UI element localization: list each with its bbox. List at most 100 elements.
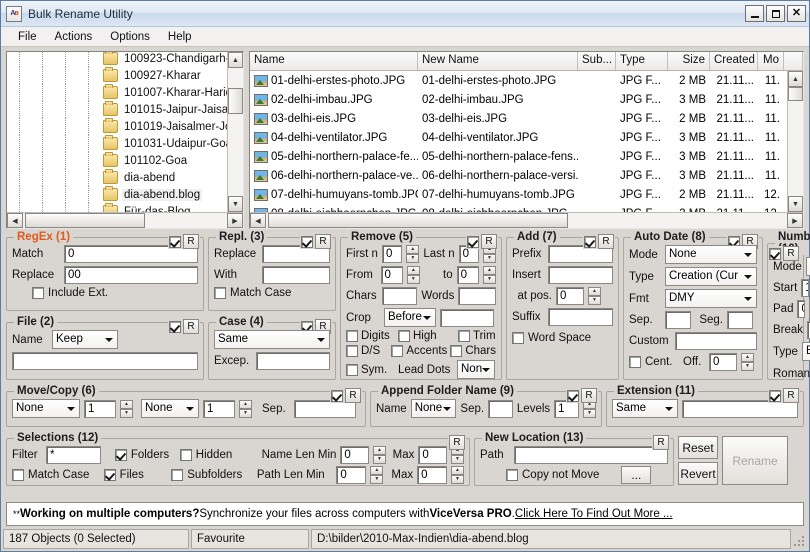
status-favourite[interactable]: Favourite — [191, 529, 309, 549]
banner-link[interactable]: Click Here To Find Out More ... — [515, 508, 673, 520]
repl-match-case-checkbox[interactable] — [214, 287, 226, 299]
maximize-button[interactable] — [766, 5, 785, 22]
tree-item[interactable]: 101019-Jaisalmer-Jod — [7, 118, 243, 135]
tree-vertical-scrollbar[interactable]: ▲ ▼ — [227, 52, 243, 212]
file-row[interactable]: 02-delhi-imbau.JPG 02-delhi-imbau.JPG JPG … — [250, 90, 803, 109]
add-word-space-checkbox[interactable] — [512, 332, 524, 344]
filelist-vscroll-thumb[interactable] — [788, 87, 803, 101]
tree-scroll-left-button[interactable]: ◀ — [7, 213, 23, 228]
case-excep-input[interactable] — [256, 352, 330, 370]
filelist-vscroll-track[interactable] — [788, 87, 803, 196]
tree-item[interactable]: 100923-Chandigarh-H — [7, 52, 243, 67]
autodate-cent-checkbox[interactable] — [629, 356, 641, 368]
autodate-off-spinner[interactable]: ▲ ▼ — [741, 353, 754, 371]
remove-trim-checkbox[interactable] — [458, 330, 470, 342]
file-name-input[interactable] — [12, 352, 198, 370]
remove-lead-dots-select[interactable]: Non — [457, 360, 495, 379]
panel-regex-enable-checkbox[interactable] — [169, 235, 181, 248]
filelist-hscroll-track[interactable] — [266, 213, 787, 228]
remove-first-n-spinner[interactable]: ▲ ▼ — [406, 245, 420, 263]
panel-file-reset-button[interactable]: R — [183, 319, 199, 334]
selections-name-len-max-input[interactable]: 0 — [418, 446, 447, 464]
column-header-type[interactable]: Type — [616, 52, 668, 70]
file-row[interactable]: 01-delhi-erstes-photo.JPG 01-delhi-erstes… — [250, 71, 803, 90]
panel-selections-reset-button[interactable]: R — [449, 435, 465, 450]
menu-file[interactable]: File — [9, 29, 46, 45]
tree-scroll-down-button[interactable]: ▼ — [228, 196, 243, 212]
movecopy-value1-input[interactable]: 1 — [84, 399, 116, 418]
panel-appendfolder-reset-button[interactable]: R — [581, 388, 597, 403]
remove-from-spinner[interactable]: ▲ ▼ — [406, 266, 420, 284]
panel-movecopy-enable-checkbox[interactable] — [331, 389, 343, 402]
autodate-sep-input[interactable] — [665, 311, 691, 329]
numbering-start-input[interactable]: 1 — [801, 279, 810, 297]
tree-item[interactable]: Für-das-Blog — [7, 203, 243, 212]
remove-ds-checkbox[interactable] — [346, 345, 358, 357]
remove-words-input[interactable] — [458, 287, 496, 305]
autodate-mode-select[interactable]: None — [665, 245, 757, 264]
panel-extension-reset-button[interactable]: R — [783, 388, 799, 403]
movecopy-value2-input[interactable]: 1 — [203, 399, 235, 418]
file-row[interactable]: 07-delhi-humuyans-tomb.JPG 07-delhi-humuy… — [250, 185, 803, 204]
remove-crop-input[interactable] — [440, 308, 494, 327]
menu-actions[interactable]: Actions — [46, 29, 102, 45]
filelist-horizontal-scrollbar[interactable]: ◀ ▶ — [250, 212, 803, 228]
movecopy-mode2-select[interactable]: None — [141, 399, 199, 418]
panel-movecopy-reset-button[interactable]: R — [345, 388, 361, 403]
resize-grip[interactable] — [793, 535, 807, 549]
autodate-seg-input[interactable] — [727, 311, 753, 329]
selections-filter-input[interactable]: * — [45, 446, 101, 464]
selections-folders-checkbox[interactable] — [114, 449, 127, 461]
menu-help[interactable]: Help — [159, 29, 201, 45]
folder-tree[interactable]: 100923-Chandigarh-H 100927-Kharar 101007-K… — [6, 51, 244, 229]
tree-item[interactable]: dia-abend.blog — [7, 186, 243, 203]
column-header-name[interactable]: Name — [250, 52, 418, 70]
column-header-newname[interactable]: New Name — [418, 52, 578, 70]
regex-replace-input[interactable]: 00 — [64, 266, 198, 284]
file-list[interactable]: Name New Name Sub... Type Size Created Mo 01-d… — [249, 51, 804, 229]
movecopy-value2-spinner[interactable]: ▲ ▼ — [239, 399, 252, 418]
add-suffix-input[interactable] — [548, 308, 613, 326]
menu-options[interactable]: Options — [101, 29, 159, 45]
tree-horizontal-scrollbar[interactable]: ◀ ▶ — [7, 212, 243, 228]
add-insert-input[interactable] — [548, 266, 613, 284]
column-header-sub[interactable]: Sub... — [578, 52, 616, 70]
panel-numbering-enable-checkbox[interactable] — [769, 247, 781, 260]
file-row[interactable]: 05-delhi-northern-palace-fe... 05-delhi-n… — [250, 147, 803, 166]
selections-subfolders-checkbox[interactable] — [171, 469, 184, 481]
remove-chars-checkbox[interactable] — [450, 345, 463, 357]
panel-add-enable-checkbox[interactable] — [584, 235, 596, 248]
filelist-scroll-down-button[interactable]: ▼ — [788, 196, 803, 212]
tree-item[interactable]: 101102-Goa — [7, 152, 243, 169]
panel-appendfolder-enable-checkbox[interactable] — [567, 389, 579, 402]
rename-button[interactable]: Rename — [722, 436, 788, 485]
remove-to-spinner[interactable]: ▲ ▼ — [483, 266, 497, 284]
promo-banner[interactable]: ** Working on multiple computers? Synchr… — [6, 502, 804, 526]
panel-remove-reset-button[interactable]: R — [481, 234, 497, 249]
panel-regex-reset-button[interactable]: R — [183, 234, 199, 249]
file-name-mode-select[interactable]: Keep — [52, 330, 118, 349]
selections-match-case-checkbox[interactable] — [12, 469, 24, 481]
autodate-type-select[interactable]: Creation (Cur — [665, 267, 757, 286]
tree-scroll-up-button[interactable]: ▲ — [228, 52, 243, 68]
selections-path-len-min-input[interactable]: 0 — [336, 466, 367, 484]
numbering-type-select[interactable]: Base 10 (Decimal) — [801, 342, 810, 361]
movecopy-mode1-select[interactable]: None — [12, 399, 80, 418]
autodate-fmt-select[interactable]: DMY — [665, 289, 757, 308]
movecopy-value1-spinner[interactable]: ▲ ▼ — [120, 399, 133, 418]
remove-to-input[interactable]: 0 — [456, 266, 480, 284]
selections-name-len-min-input[interactable]: 0 — [340, 446, 370, 464]
remove-from-input[interactable]: 0 — [380, 266, 403, 284]
file-row[interactable]: 08-delhi-eichhoernchen.JPG08-delhi-eichh… — [250, 204, 803, 212]
selections-name-len-min-spinner[interactable]: ▲ ▼ — [373, 446, 387, 464]
panel-remove-enable-checkbox[interactable] — [467, 235, 479, 248]
numbering-pad-input[interactable]: 0 — [797, 300, 806, 318]
numbering-mode-select[interactable]: None — [805, 257, 810, 276]
remove-accents-checkbox[interactable] — [391, 345, 404, 357]
file-row[interactable]: 04-delhi-ventilator.JPG 04-delhi-ventilat… — [250, 128, 803, 147]
tree-vscroll-thumb[interactable] — [228, 88, 243, 114]
remove-chars-input[interactable] — [381, 287, 418, 305]
column-header-size[interactable]: Size — [668, 52, 710, 70]
remove-sym-checkbox[interactable] — [346, 363, 358, 376]
tree-scroll-right-button[interactable]: ▶ — [227, 213, 243, 228]
